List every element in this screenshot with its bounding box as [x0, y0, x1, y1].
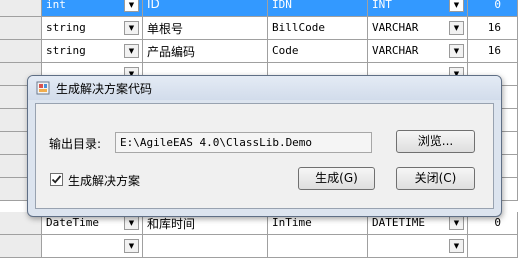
name-cell-text: 和库时间 [147, 217, 196, 231]
chevron-down-icon[interactable]: ▼ [124, 0, 139, 12]
value-cell-text: 16 [487, 44, 501, 57]
value-cell-text: 0 [494, 216, 501, 229]
dbtype-cell-text: INT [372, 0, 392, 11]
browse-button[interactable]: 浏览... [396, 130, 475, 153]
value-cell-text: 0 [494, 0, 501, 11]
chevron-down-icon[interactable]: ▼ [449, 0, 464, 12]
generate-solution-dialog: 生成解决方案代码 输出目录: E:\AgileEAS 4.0\ClassLib.… [27, 75, 502, 217]
table-row[interactable]: string ▼ 单根号 BillCode VARCHAR ▼ 16 [0, 17, 518, 40]
column-cell-text: BillCode [272, 21, 325, 34]
column-cell[interactable]: IDN [268, 0, 368, 17]
column-cell-text: Code [272, 44, 299, 57]
table-row[interactable]: int ▼ ID IDN INT ▼ 0 [0, 0, 518, 17]
type-cell[interactable]: string ▼ [42, 17, 143, 40]
table-row[interactable]: string ▼ 产品编码 Code VARCHAR ▼ 16 [0, 40, 518, 63]
chevron-down-icon[interactable]: ▼ [449, 44, 464, 58]
name-cell-text: 产品编码 [147, 45, 196, 59]
value-cell[interactable]: 16 [468, 40, 518, 63]
dialog-client-area: 输出目录: E:\AgileEAS 4.0\ClassLib.Demo 浏览..… [35, 103, 494, 209]
column-cell-text: InTime [272, 216, 312, 229]
dbtype-cell[interactable]: VARCHAR ▼ [368, 40, 468, 63]
generate-solution-checkbox[interactable] [50, 173, 63, 186]
dbtype-cell-text: VARCHAR [372, 44, 419, 57]
dbtype-cell-text: DATETIME [372, 216, 425, 229]
chevron-down-icon[interactable]: ▼ [124, 21, 139, 35]
output-dir-field[interactable]: E:\AgileEAS 4.0\ClassLib.Demo [115, 132, 372, 153]
value-cell[interactable]: 0 [468, 0, 518, 17]
generate-button[interactable]: 生成(G) [298, 167, 375, 190]
dbtype-cell[interactable]: VARCHAR ▼ [368, 17, 468, 40]
name-cell[interactable] [143, 235, 268, 258]
name-cell-text: ID [147, 0, 160, 11]
name-cell[interactable]: 单根号 [143, 17, 268, 40]
name-cell-text: 单根号 [147, 22, 184, 36]
chevron-down-icon[interactable]: ▼ [449, 239, 464, 253]
type-cell-text: string [46, 44, 86, 57]
chevron-down-icon[interactable]: ▼ [124, 239, 139, 253]
dbtype-cell[interactable]: ▼ [368, 235, 468, 258]
chevron-down-icon[interactable]: ▼ [124, 44, 139, 58]
dialog-titlebar[interactable]: 生成解决方案代码 [28, 76, 501, 100]
column-cell[interactable] [268, 235, 368, 258]
value-cell[interactable] [468, 235, 518, 258]
column-cell-text: IDN [272, 0, 292, 11]
chevron-down-icon[interactable]: ▼ [124, 216, 139, 230]
value-cell-text: 16 [487, 21, 501, 34]
dbtype-cell[interactable]: INT ▼ [368, 0, 468, 17]
row-header[interactable] [0, 0, 42, 17]
checkmark-icon [51, 175, 62, 184]
table-row[interactable]: ▼▼ [0, 235, 518, 258]
generate-solution-checkbox-label[interactable]: 生成解决方案 [68, 172, 140, 189]
row-header[interactable] [0, 17, 42, 40]
value-cell[interactable]: 16 [468, 17, 518, 40]
type-cell-text: string [46, 21, 86, 34]
type-cell[interactable]: ▼ [42, 235, 143, 258]
output-dir-label: 输出目录: [49, 137, 102, 151]
type-cell[interactable]: int ▼ [42, 0, 143, 17]
name-cell[interactable]: 产品编码 [143, 40, 268, 63]
dialog-title: 生成解决方案代码 [56, 82, 153, 96]
column-cell[interactable]: BillCode [268, 17, 368, 40]
dbtype-cell-text: VARCHAR [372, 21, 419, 34]
row-header[interactable] [0, 40, 42, 63]
column-cell[interactable]: Code [268, 40, 368, 63]
chevron-down-icon[interactable]: ▼ [449, 21, 464, 35]
app-icon [36, 81, 50, 95]
row-header[interactable] [0, 235, 42, 258]
type-cell-text: int [46, 0, 66, 11]
chevron-down-icon[interactable]: ▼ [449, 216, 464, 230]
name-cell[interactable]: ID [143, 0, 268, 17]
type-cell-text: DateTime [46, 216, 99, 229]
close-button[interactable]: 关闭(C) [396, 167, 475, 190]
type-cell[interactable]: string ▼ [42, 40, 143, 63]
